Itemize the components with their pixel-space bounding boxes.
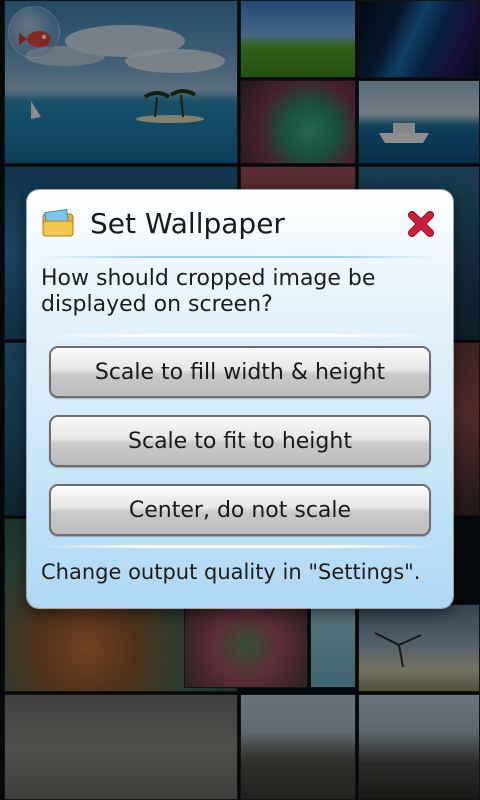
gallery-tile-shore-tree[interactable] (358, 604, 480, 692)
close-x-icon[interactable] (405, 206, 439, 240)
gallery-tile-coral-anemone[interactable] (240, 80, 356, 164)
boat-scene (379, 123, 429, 143)
gallery-tile-green-hill[interactable] (240, 0, 356, 78)
options-divider (41, 545, 439, 548)
settings-hint-text: Change output quality in "Settings". (41, 560, 421, 584)
gallery-tile-pebble-shore[interactable] (358, 694, 480, 800)
scale-fill-button[interactable]: Scale to fill width & height (49, 346, 431, 398)
set-wallpaper-dialog: Set Wallpaper How should cropped image b… (27, 190, 453, 608)
header-divider (41, 256, 439, 258)
dialog-title: Set Wallpaper (90, 207, 285, 240)
question-divider (41, 334, 439, 337)
scale-fit-height-button[interactable]: Scale to fit to height (49, 415, 431, 467)
center-no-scale-button[interactable]: Center, do not scale (49, 484, 431, 536)
gallery-tile-coral-mid[interactable] (184, 604, 308, 688)
fish-bubble-icon[interactable] (8, 6, 60, 58)
gallery-tile-rocky-beach[interactable] (240, 694, 356, 800)
tree-scene (374, 632, 422, 668)
gallery-tile-aurora[interactable] (358, 0, 480, 78)
dialog-header: Set Wallpaper (27, 190, 453, 258)
gallery-tile-shallow-water[interactable] (310, 604, 356, 688)
wallpaper-folder-icon (42, 208, 74, 237)
gallery-tile-sand-floor[interactable] (4, 694, 238, 800)
gallery-tile-boat-sea[interactable] (358, 80, 480, 164)
crop-question-text: How should cropped image be displayed on… (41, 266, 376, 317)
